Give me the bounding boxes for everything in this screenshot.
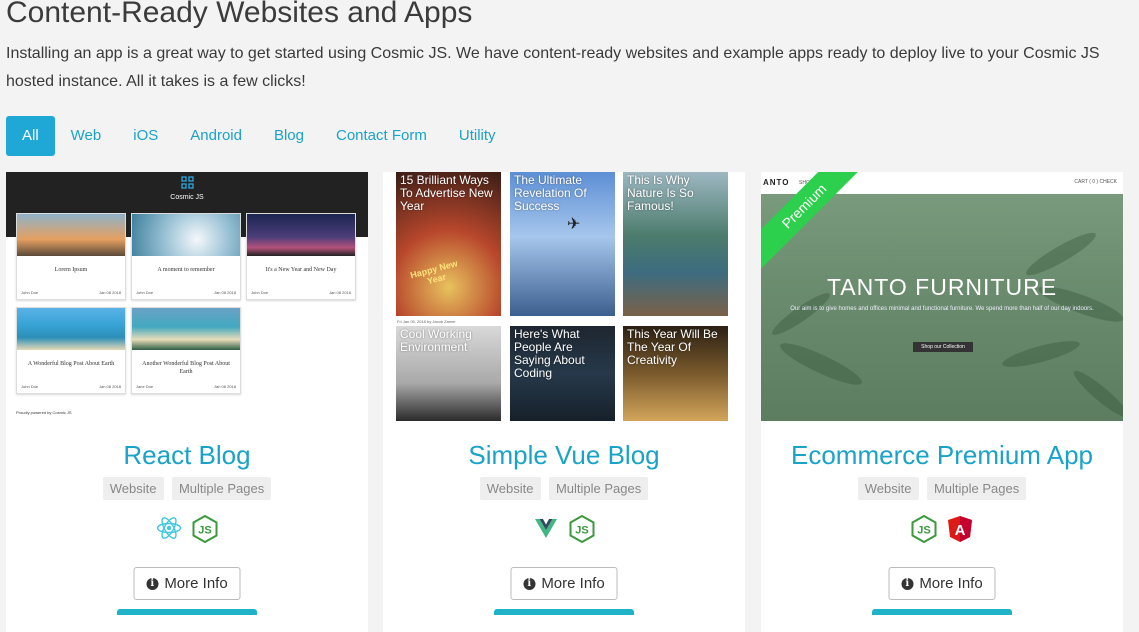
info-icon: i — [901, 577, 914, 590]
thumb-post-date: Jan 08 2018 — [213, 384, 236, 389]
vue-icon — [535, 519, 557, 538]
thumb-tile: 15 Brilliant Ways To Advertise New Year — [396, 172, 501, 316]
nodejs-icon: JS — [911, 515, 937, 543]
thumb-post-author: John Doe — [251, 290, 269, 295]
tab-utility[interactable]: Utility — [443, 116, 512, 156]
app-thumbnail[interactable]: 15 Brilliant Ways To Advertise New Year … — [383, 172, 745, 421]
thumb-post-author: John Doe — [21, 290, 39, 295]
tech-icons: JS A — [761, 515, 1123, 543]
thumb-post: Lorem Ipsum John Doe Jan 08 2018 — [16, 213, 126, 300]
tab-all[interactable]: All — [6, 116, 55, 156]
card-title[interactable]: Simple Vue Blog — [383, 440, 745, 471]
more-info-button[interactable]: i More Info — [888, 567, 996, 600]
more-info-label: More Info — [164, 575, 228, 592]
nodejs-icon: JS — [192, 515, 218, 543]
thumb-post: A Wonderful Blog Post About Earth John D… — [16, 307, 126, 394]
tab-android[interactable]: Android — [174, 116, 258, 156]
app-card-ecommerce-premium-app: ANTO SHOP CART ( 0 ) CHECK TANTO FURNITU… — [761, 172, 1123, 632]
thumb-date: Fri Jan 05, 2018 by Jacob Zamer — [397, 319, 456, 324]
hero-subtitle: Our aim is to give homes and offices min… — [790, 306, 1094, 312]
thumb-post-author: John Doe — [21, 384, 39, 389]
angular-icon: A — [948, 516, 972, 542]
install-button[interactable] — [117, 609, 257, 615]
thumb-tile: The Ultimate Revelation Of Success — [510, 172, 615, 316]
thumb-post-title: Another Wonderful Blog Post About Earth — [142, 361, 230, 375]
thumb-post-date: Jan 08 2018 — [98, 384, 121, 389]
thumb-tile: Cool Working Environment — [396, 326, 501, 421]
app-thumbnail[interactable]: Cosmic JS Lorem Ipsum John Doe Jan 08 201… — [6, 172, 368, 421]
thumb-cart: CART ( 0 ) CHECK — [1074, 179, 1117, 185]
install-button[interactable] — [494, 609, 634, 615]
app-thumbnail[interactable]: ANTO SHOP CART ( 0 ) CHECK TANTO FURNITU… — [761, 172, 1123, 421]
nodejs-icon: JS — [569, 515, 595, 543]
shop-collection-button: Shop our Collection — [913, 342, 973, 352]
thumb-brand: Cosmic JS — [170, 194, 204, 201]
page-title: Content-Ready Websites and Apps — [6, 0, 473, 29]
tab-ios[interactable]: iOS — [117, 116, 174, 156]
thumb-post: A moment to remember John Doe Jan 08 2018 — [131, 213, 241, 300]
tab-contact-form[interactable]: Contact Form — [320, 116, 443, 156]
thumb-tile-title: Cool Working Environment — [400, 327, 472, 354]
tab-web[interactable]: Web — [55, 116, 118, 156]
thumb-post: Another Wonderful Blog Post About Earth … — [131, 307, 241, 394]
tag-badge: Website — [102, 477, 164, 500]
app-card-react-blog: Cosmic JS Lorem Ipsum John Doe Jan 08 201… — [6, 172, 368, 632]
svg-text:A: A — [955, 522, 966, 539]
install-button[interactable] — [872, 609, 1012, 615]
hero-title: TANTO FURNITURE — [826, 274, 1058, 300]
thumb-brand: ANTO — [763, 178, 790, 187]
tag-badge: Multiple Pages — [171, 477, 272, 500]
card-tags: Website Multiple Pages — [383, 477, 745, 500]
thumb-tile: This Is Why Nature Is So Famous! — [623, 172, 728, 316]
thumb-tile-title: 15 Brilliant Ways To Advertise New Year — [400, 173, 493, 213]
page-intro: Installing an app is a great way to get … — [6, 45, 1100, 90]
plane-icon: ✈ — [567, 216, 581, 233]
thumb-post-date: Jan 08 2018 — [213, 290, 236, 295]
thumb-footer: Proudly powered by Cosmic JS — [16, 410, 72, 415]
app-card-simple-vue-blog: 15 Brilliant Ways To Advertise New Year … — [383, 172, 745, 632]
cosmic-logo-icon — [181, 176, 194, 189]
thumb-post-title: Lorem Ipsum — [54, 267, 88, 273]
svg-text:JS: JS — [917, 525, 930, 537]
tab-blog[interactable]: Blog — [258, 116, 320, 156]
thumb-post-author: Jane Doe — [136, 384, 154, 389]
thumb-tile-title: The Ultimate Revelation Of Success — [514, 173, 587, 213]
tag-badge: Multiple Pages — [926, 477, 1027, 500]
thumb-post: It's a New Year and New Day John Doe Jan … — [246, 213, 356, 300]
tag-badge: Website — [857, 477, 919, 500]
react-icon — [156, 517, 182, 539]
more-info-button[interactable]: i More Info — [510, 567, 618, 600]
thumb-post-date: Jan 08 2018 — [98, 290, 121, 295]
card-tags: Website Multiple Pages — [6, 477, 368, 500]
thumb-tile: This Year Will Be The Year Of Creativity — [623, 326, 728, 421]
filter-tabs: All Web iOS Android Blog Contact Form Ut… — [6, 116, 512, 156]
thumb-post-author: John Doe — [136, 290, 154, 295]
svg-text:JS: JS — [198, 525, 211, 537]
thumb-post-date: Jan 08 2018 — [328, 290, 351, 295]
thumb-hero: TANTO FURNITURE Our aim is to give homes… — [761, 194, 1123, 421]
info-icon: i — [146, 577, 159, 590]
tech-icons: JS — [6, 515, 368, 543]
card-title[interactable]: Ecommerce Premium App — [761, 440, 1123, 471]
svg-text:JS: JS — [575, 525, 588, 537]
tag-badge: Website — [479, 477, 541, 500]
card-title[interactable]: React Blog — [6, 440, 368, 471]
more-info-label: More Info — [541, 575, 605, 592]
thumb-tile-title: This Year Will Be The Year Of Creativity — [627, 327, 718, 367]
thumb-tile: Here's What People Are Saying About Codi… — [510, 326, 615, 421]
thumb-tile-title: This Is Why Nature Is So Famous! — [627, 173, 694, 213]
tech-icons: JS — [383, 515, 745, 543]
thumb-post-title: A moment to remember — [157, 267, 215, 273]
thumb-tile-title: Here's What People Are Saying About Codi… — [514, 327, 585, 380]
thumb-post-title: A Wonderful Blog Post About Earth — [27, 361, 115, 367]
more-info-button[interactable]: i More Info — [133, 567, 241, 600]
thumb-post-title: It's a New Year and New Day — [265, 267, 337, 273]
info-icon: i — [523, 577, 536, 590]
more-info-label: More Info — [919, 575, 983, 592]
card-tags: Website Multiple Pages — [761, 477, 1123, 500]
tag-badge: Multiple Pages — [548, 477, 649, 500]
